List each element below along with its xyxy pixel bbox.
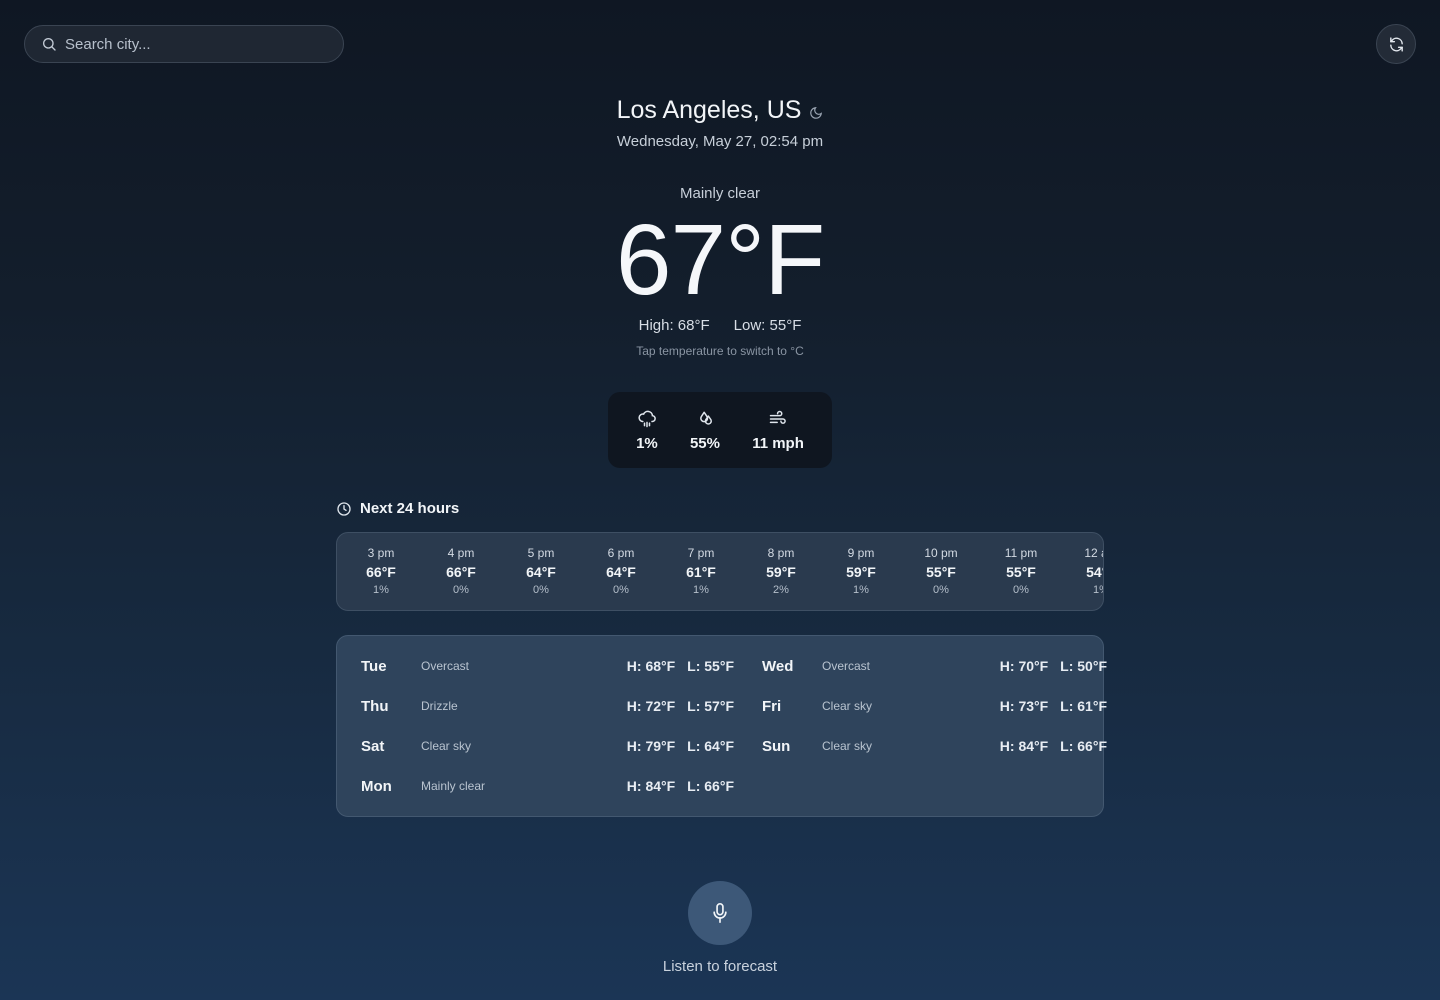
search-input[interactable]: [65, 35, 315, 53]
search-icon: [43, 38, 56, 51]
rain-cloud-icon: [638, 410, 656, 427]
high-low: High: 68°F Low: 55°F: [0, 317, 1440, 334]
droplets-icon: [700, 411, 712, 425]
refresh-icon: [1389, 36, 1403, 52]
city-header: Los Angeles, US: [0, 96, 1440, 125]
listen-label: Listen to forecast: [662, 958, 778, 975]
humidity-metric: 55%: [690, 409, 720, 452]
hourly-item: 7 pm 61°F 1%: [686, 546, 716, 596]
daily-row: Sat Clear sky H: 79°F L: 64°F: [361, 737, 734, 755]
listen-button[interactable]: [688, 881, 752, 945]
unit-hint: Tap temperature to switch to °C: [636, 344, 804, 358]
hourly-item: 6 pm 64°F 0%: [606, 546, 636, 596]
wind-metric: 11 mph: [752, 409, 804, 452]
hourly-header: Next 24 hours: [336, 500, 459, 517]
wind-icon: [769, 410, 786, 424]
daily-forecast: Tue Overcast H: 68°F L: 55°F Wed Overcast H: …: [336, 635, 1107, 817]
hourly-item: 12 am54°F1%: [1084, 546, 1103, 596]
wind-value: 11 mph: [752, 434, 804, 452]
hourly-item: 3 pm 66°F 1%: [366, 546, 396, 596]
microphone-icon: [713, 903, 727, 923]
daily-row: Mon Mainly clear H: 84°F L: 66°F: [361, 777, 734, 795]
refresh-button[interactable]: [1376, 24, 1416, 64]
current-temperature[interactable]: 67°F: [0, 205, 1440, 315]
precip-metric: 1%: [636, 409, 658, 452]
high-temp: High: 68°F: [638, 317, 710, 334]
moon-icon: [810, 106, 823, 119]
city-name: Los Angeles, US: [616, 96, 802, 124]
hourly-item: 11 pm 55°F 0%: [1004, 546, 1038, 596]
humidity-value: 55%: [689, 434, 720, 452]
hourly-item: 8 pm 59°F 2%: [766, 546, 796, 596]
daily-row: Tue Overcast H: 68°F L: 55°F: [361, 657, 734, 675]
current-date: Wednesday, May 27, 02:54 pm: [616, 133, 824, 150]
daily-row: Wed Overcast H: 70°F L: 50°F: [762, 657, 1107, 675]
daily-row: Fri Clear sky H: 73°F L: 61°F: [762, 697, 1107, 715]
clock-icon: [337, 501, 351, 516]
current-condition: Mainly clear: [679, 185, 761, 202]
hourly-title: Next 24 hours: [360, 500, 460, 517]
hourly-item: 10 pm 55°F 0%: [924, 546, 958, 596]
hourly-item: 4 pm 66°F 0%: [446, 546, 476, 596]
hourly-strip[interactable]: 3 pm 66°F 1% 4 pm 66°F 0% 5 pm 64°F 0% 6 pm 64°…: [336, 532, 1104, 611]
hourly-item: 5 pm 64°F 0%: [526, 546, 556, 596]
precip-value: 1%: [636, 434, 658, 452]
metrics-panel: 1% 55% 11 mph: [608, 392, 832, 468]
daily-row: Thu Drizzle H: 72°F L: 57°F: [361, 697, 734, 715]
low-temp: Low: 55°F: [733, 317, 802, 334]
hourly-item: 9 pm 59°F 1%: [846, 546, 876, 596]
search-bar[interactable]: [24, 25, 344, 63]
daily-row: Sun Clear sky H: 84°F L: 66°F: [762, 737, 1107, 755]
